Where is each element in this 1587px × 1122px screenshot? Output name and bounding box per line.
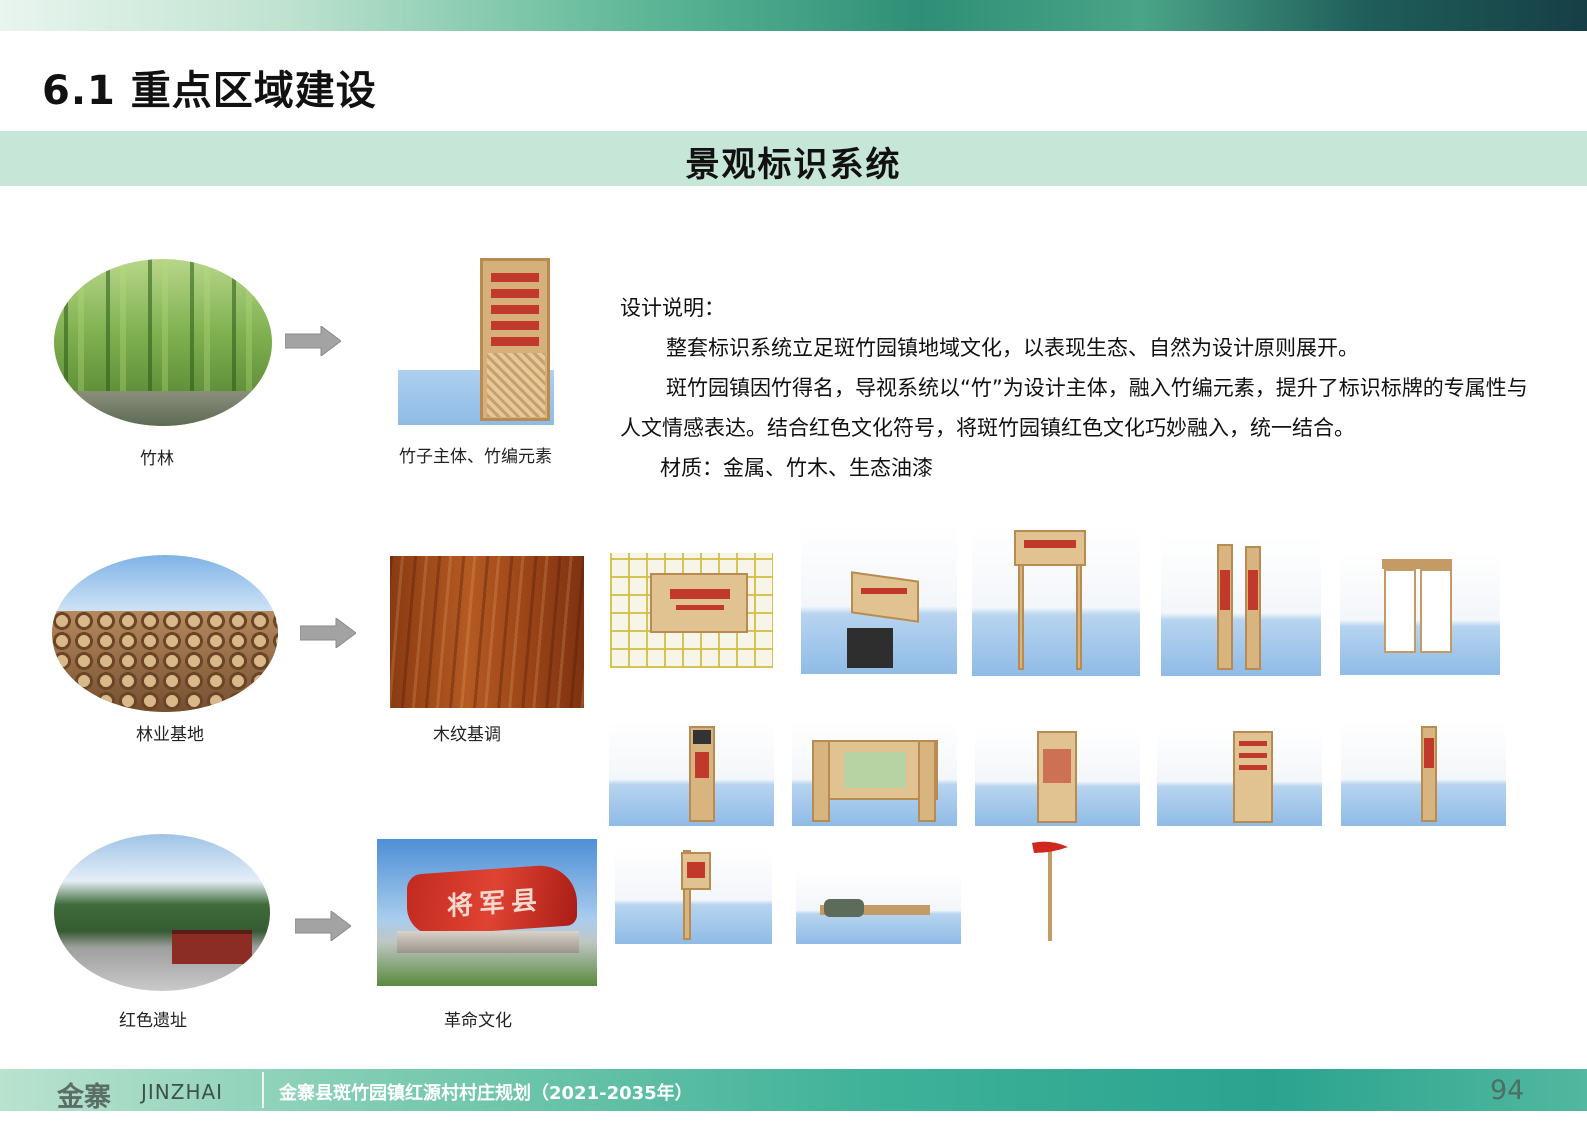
red-site-caption: 红色遗址 <box>119 1011 187 1031</box>
revolution-monument-image: 将军县 <box>377 839 597 986</box>
forestry-caption: 林业基地 <box>136 725 204 745</box>
arrow-right-icon <box>285 326 341 356</box>
sign-render-direction-panel <box>1157 727 1322 826</box>
page-number: 94 <box>1490 1075 1525 1106</box>
description-paragraph-2: 斑竹园镇因竹得名，导视系统以“竹”为设计主体，融入竹编元素，提升了标识标牌的专属… <box>620 376 1528 440</box>
monument-text: 将军县 <box>447 885 544 923</box>
sign-render-map-board <box>792 722 957 826</box>
wood-grain-caption: 木纹基调 <box>433 725 501 745</box>
page-title: 6.1 重点区域建设 <box>42 68 377 114</box>
sign-render-ground-marker <box>796 869 961 944</box>
bamboo-sign-render <box>398 258 554 425</box>
arrow-right-icon <box>295 911 351 941</box>
description-material: 材质：金属、竹木、生态油漆 <box>660 456 933 480</box>
red-flag-icon <box>1032 841 1068 853</box>
description-heading: 设计说明： <box>620 296 725 320</box>
footer-band <box>0 1069 1587 1111</box>
footer-divider <box>262 1072 264 1108</box>
footer-project-title: 金寨县斑竹园镇红源村村庄规划（2021-2035年） <box>279 1083 693 1104</box>
forestry-base-image <box>52 555 278 712</box>
sign-render-info-panel <box>975 727 1140 826</box>
footer-logo-english: JINZHAI <box>141 1080 224 1104</box>
bamboo-element-caption: 竹子主体、竹编元素 <box>399 447 552 467</box>
footer-logo: 金寨 <box>57 1082 111 1113</box>
description-paragraph-1: 整套标识系统立足斑竹园镇地域文化，以表现生态、自然为设计原则展开。 <box>666 336 1359 360</box>
revolution-culture-caption: 革命文化 <box>444 1011 512 1031</box>
wood-grain-texture <box>390 556 584 708</box>
design-description: 设计说明： 整套标识系统立足斑竹园镇地域文化，以表现生态、自然为设计原则展开。 … <box>620 288 1540 488</box>
sign-render-safety-gate <box>972 524 1140 676</box>
sign-render-twin-posts <box>1161 536 1321 676</box>
top-decorative-band <box>0 0 1587 31</box>
sign-render-waste-bins <box>1340 553 1500 675</box>
sign-render-slim-post <box>1341 722 1506 826</box>
bamboo-caption: 竹林 <box>140 449 174 469</box>
arrow-right-icon <box>300 618 356 648</box>
sign-render-safety-fence <box>610 553 773 668</box>
sign-render-flag-pole <box>1020 835 1080 945</box>
red-heritage-site-image <box>54 834 270 991</box>
bamboo-forest-image <box>54 259 272 426</box>
sign-render-small-post <box>615 846 772 944</box>
sign-render-slanted-board <box>801 524 957 674</box>
sign-render-parking-post <box>609 722 774 826</box>
section-title: 景观标识系统 <box>685 145 902 185</box>
